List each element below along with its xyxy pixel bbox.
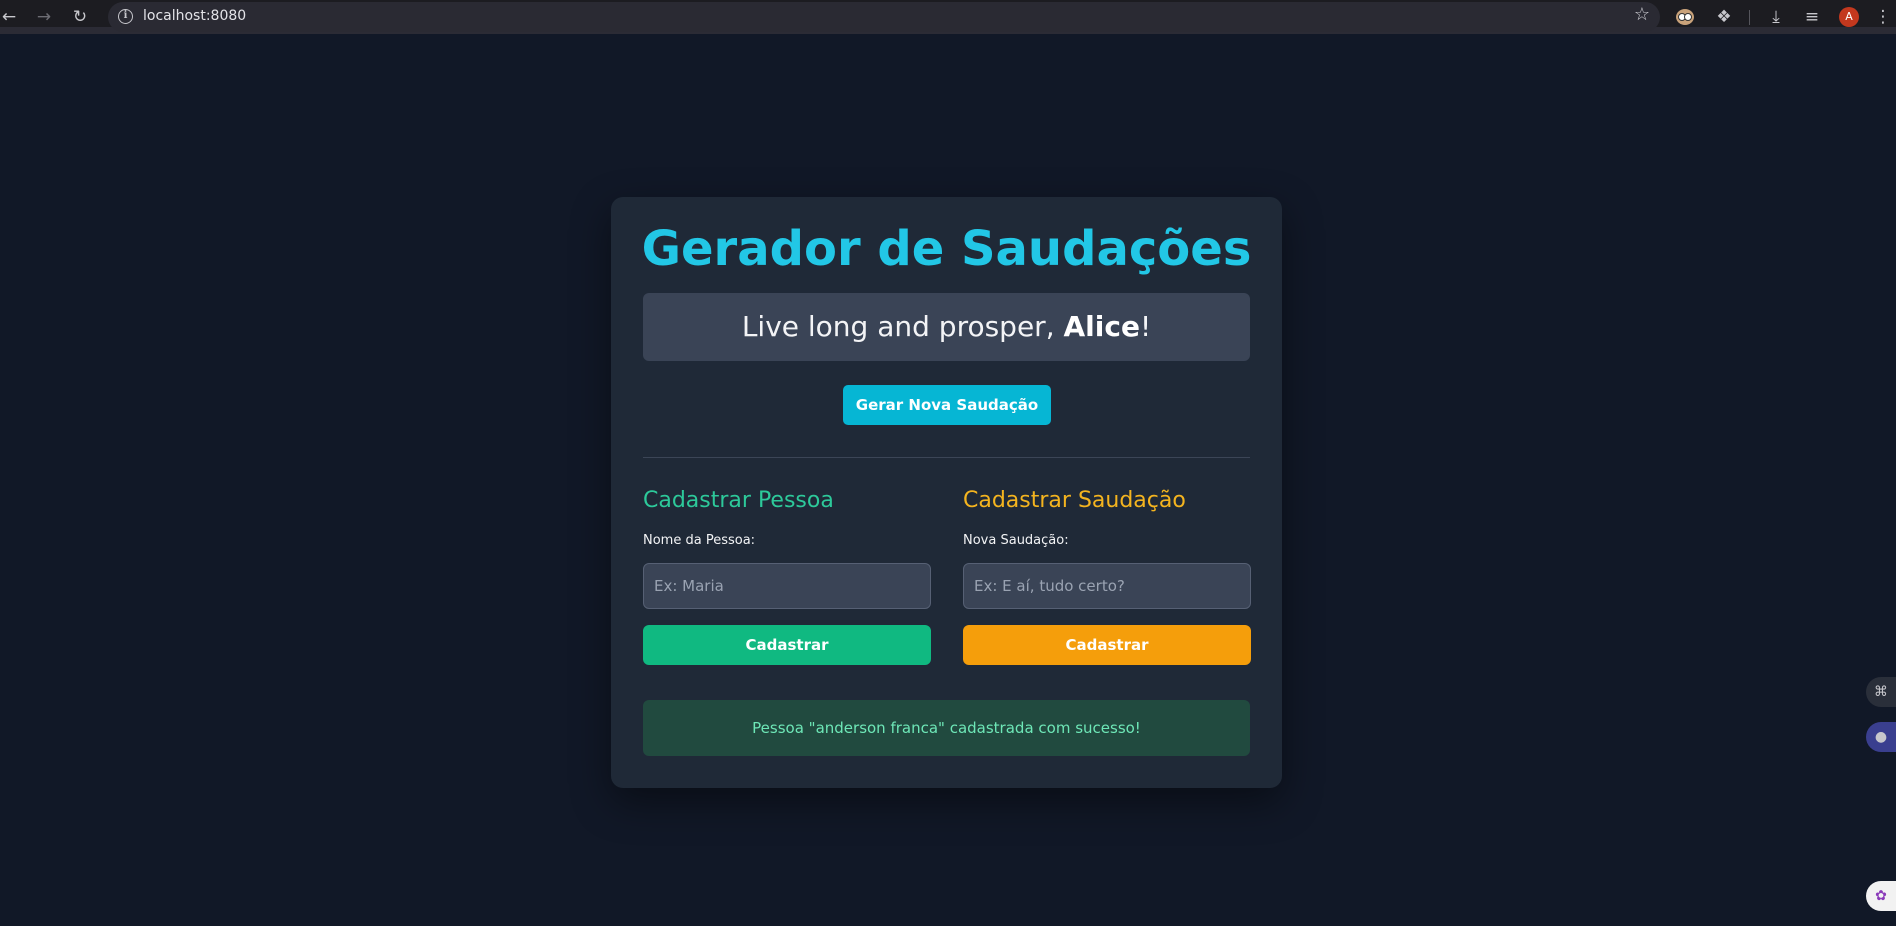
register-person-button[interactable]: Cadastrar [643, 625, 931, 665]
person-form: Cadastrar Pessoa Nome da Pessoa: Cadastr… [643, 487, 931, 665]
greeting-display: Live long and prosper, Alice! [643, 293, 1250, 361]
greeting-name: Alice [1063, 310, 1140, 343]
person-name-label: Nome da Pessoa: [643, 533, 756, 548]
greeting-prefix: Live long and prosper, [741, 310, 1064, 343]
section-divider [643, 457, 1250, 458]
success-message: Pessoa "anderson franca" cadastrada com … [643, 700, 1250, 756]
greeting-card: Gerador de Saudações Live long and prosp… [611, 197, 1282, 788]
kebab-menu-icon[interactable]: ⋮ [1870, 4, 1896, 30]
url-text[interactable]: localhost:8080 [143, 8, 246, 24]
puzzle-icon[interactable]: ❖ [1711, 4, 1737, 30]
forward-arrow-icon[interactable]: → [31, 4, 57, 30]
assistant-bot-icon[interactable]: ● [1866, 722, 1896, 752]
media-queue-icon[interactable]: ≡ [1799, 4, 1825, 30]
person-form-heading: Cadastrar Pessoa [643, 488, 834, 513]
register-greeting-button[interactable]: Cadastrar [963, 625, 1251, 665]
new-greeting-input[interactable] [963, 563, 1251, 609]
page-title: Gerador de Saudações [641, 221, 1252, 277]
address-bar[interactable]: i localhost:8080 ☆ [108, 2, 1660, 32]
greeting-suffix: ! [1139, 310, 1152, 343]
star-icon[interactable]: ☆ [1634, 4, 1650, 25]
person-name-input[interactable] [643, 563, 931, 609]
browser-toolbar: ← → ↻ i localhost:8080 ☆ ❖ ⤓ ≡ A ⋮ [0, 0, 1896, 34]
back-arrow-icon[interactable]: ← [0, 4, 22, 30]
owl-extension-icon[interactable] [1676, 9, 1694, 25]
profile-avatar[interactable]: A [1839, 7, 1859, 27]
reload-icon[interactable]: ↻ [67, 4, 93, 30]
greeting-form: Cadastrar Saudação Nova Saudação: Cadast… [963, 487, 1251, 665]
new-greeting-label: Nova Saudação: [963, 533, 1069, 548]
brain-icon[interactable]: ✿ [1866, 881, 1896, 911]
toolbar-divider [1749, 10, 1750, 25]
command-icon[interactable]: ⌘ [1866, 677, 1896, 707]
generate-greeting-button[interactable]: Gerar Nova Saudação [843, 385, 1051, 425]
download-icon[interactable]: ⤓ [1763, 4, 1789, 30]
greeting-form-heading: Cadastrar Saudação [963, 488, 1186, 513]
info-icon[interactable]: i [118, 9, 133, 24]
